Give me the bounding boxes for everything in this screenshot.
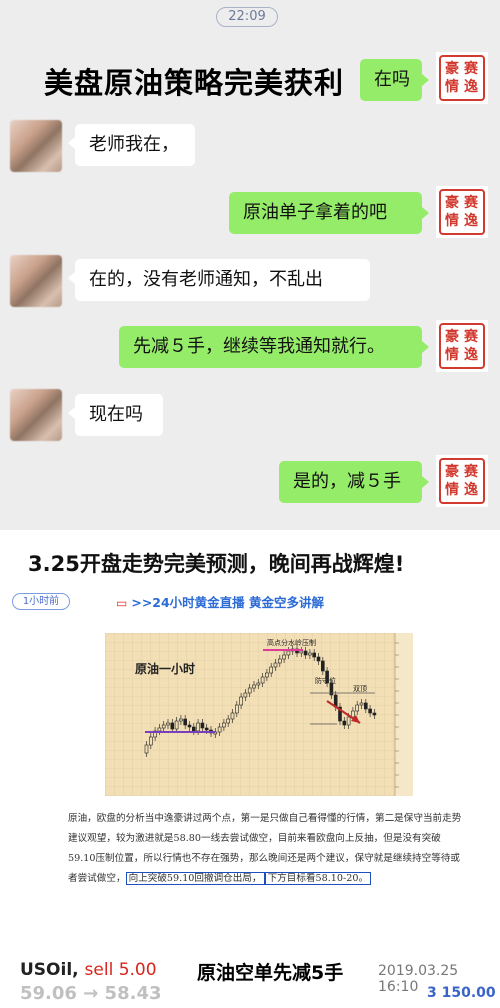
candle-body [187, 724, 192, 728]
candle-body [321, 660, 325, 672]
message-text: 是的，减５手 [293, 471, 401, 492]
trade-action: sell 5.00 [84, 960, 157, 980]
candle-body [265, 672, 269, 678]
message-text: 在吗 [374, 69, 410, 90]
chat-bubble-4: 在的，没有老师通知，不乱出 [75, 259, 370, 301]
candle-body [316, 656, 321, 662]
candle-body [359, 702, 364, 706]
chat-bubble-1: 在吗 [360, 59, 422, 101]
candle-body [243, 692, 248, 698]
chat-time: 22:09 [216, 7, 278, 27]
candle-body [372, 712, 377, 716]
message-text: 先减５手，继续等我通知就行。 [133, 336, 385, 357]
message-text: 原油单子拿着的吧 [243, 202, 387, 223]
candle-body [148, 736, 153, 746]
symbol-text: USOil, [20, 960, 79, 980]
candle-body [303, 650, 308, 656]
message-text: 现在吗 [89, 404, 143, 425]
chat-bubble-7: 是的，减５手 [279, 461, 422, 503]
blurred-avatar [10, 120, 62, 172]
candle-body [351, 710, 355, 718]
video-camera-icon: ▭ [116, 596, 128, 610]
time-ago-badge: 1小时前 [12, 593, 70, 610]
live-link-text: >>24小时黄金直播 黄金空多讲解 [131, 595, 325, 610]
candle-body [273, 662, 278, 668]
candle-body [342, 720, 347, 726]
chat-bubble-6: 现在吗 [75, 394, 163, 436]
candle-body [346, 716, 351, 726]
article-body: 原油，欧盘的分析当中逸豪讲过两个点，第一是只做自己看得懂的行情，第二是保守当前走… [68, 809, 468, 889]
candle-body [192, 726, 196, 732]
candle-body [260, 676, 265, 684]
seal-avatar: 豪 赛 情 逸 [436, 186, 488, 238]
candle-body [278, 658, 282, 664]
message-text: 在的，没有老师通知，不乱出 [89, 269, 323, 290]
candle-body [355, 704, 359, 712]
chat-bubble-5: 先减５手，继续等我通知就行。 [119, 326, 422, 368]
highlight-box-2: 下方目标看58.10-20。 [264, 872, 372, 885]
blurred-avatar [10, 255, 62, 307]
candle-body [230, 712, 235, 720]
message-text: 老师我在， [89, 134, 179, 155]
candle-body [174, 720, 179, 730]
candle-body [179, 718, 183, 722]
candle-body [368, 708, 372, 714]
candle-body [299, 650, 304, 654]
candle-body [308, 652, 312, 656]
overlay-title: 美盘原油策略完美获利 [44, 66, 345, 100]
candle-body [282, 654, 286, 660]
price-chart-image: 原油一小时 高点分水岭压制 防守位 双顶 [105, 633, 413, 796]
live-stream-link[interactable]: ▭ >>24小时黄金直播 黄金空多讲解 [116, 592, 324, 611]
candle-body [247, 687, 252, 694]
chat-bubble-3: 原油单子拿着的吧 [229, 192, 422, 234]
chart-title: 原油一小时 [135, 661, 195, 676]
candle-body [170, 722, 175, 730]
defense-label: 防守位 [315, 676, 336, 685]
candle-body [226, 718, 230, 724]
candle-body [183, 718, 187, 726]
seal-avatar: 豪 赛 情 逸 [436, 320, 488, 372]
trade-symbol: USOil, sell 5.00 [20, 960, 157, 980]
candle-body [312, 652, 316, 658]
candle-body [239, 696, 243, 706]
chat-screenshot: 22:09 在吗 豪 赛 情 逸 美盘原油策略完美获利 老师我在， 原油单子拿着… [0, 0, 500, 530]
double-top-label: 双顶 [353, 685, 367, 693]
seal-avatar: 豪 赛 情 逸 [436, 52, 488, 104]
trade-amount: 3 150.00 [427, 985, 496, 1001]
highlight-box-1: 向上突破59.10回撤调仓出局， [125, 872, 265, 885]
resistance-label: 高点分水岭压制 [267, 638, 316, 647]
candle-body [161, 724, 166, 729]
candle-body [157, 727, 162, 732]
article-headline: 3.25开盘走势完美预测，晚间再战辉煌! [28, 552, 405, 576]
trade-prices: 59.06 → 58.43 [20, 983, 162, 1004]
chart-drawing: 原油一小时 高点分水岭压制 防守位 双顶 [105, 633, 413, 796]
candle-body [196, 722, 200, 732]
candle-body [363, 702, 368, 710]
candle-body [222, 722, 226, 728]
candle-body [235, 704, 239, 714]
candle-body [166, 722, 170, 726]
candle-body [269, 666, 273, 674]
candle-body [204, 727, 209, 731]
seal-avatar: 豪 赛 情 逸 [436, 455, 488, 507]
candle-body [200, 722, 205, 729]
candle-body [144, 744, 149, 754]
candle-body [286, 650, 291, 656]
candle-body [256, 682, 261, 686]
trade-title: 原油空单先减5手 [197, 962, 344, 984]
candle-body [252, 684, 256, 689]
chat-bubble-2: 老师我在， [75, 124, 195, 166]
candle-body [217, 726, 222, 733]
blurred-avatar [10, 389, 62, 441]
